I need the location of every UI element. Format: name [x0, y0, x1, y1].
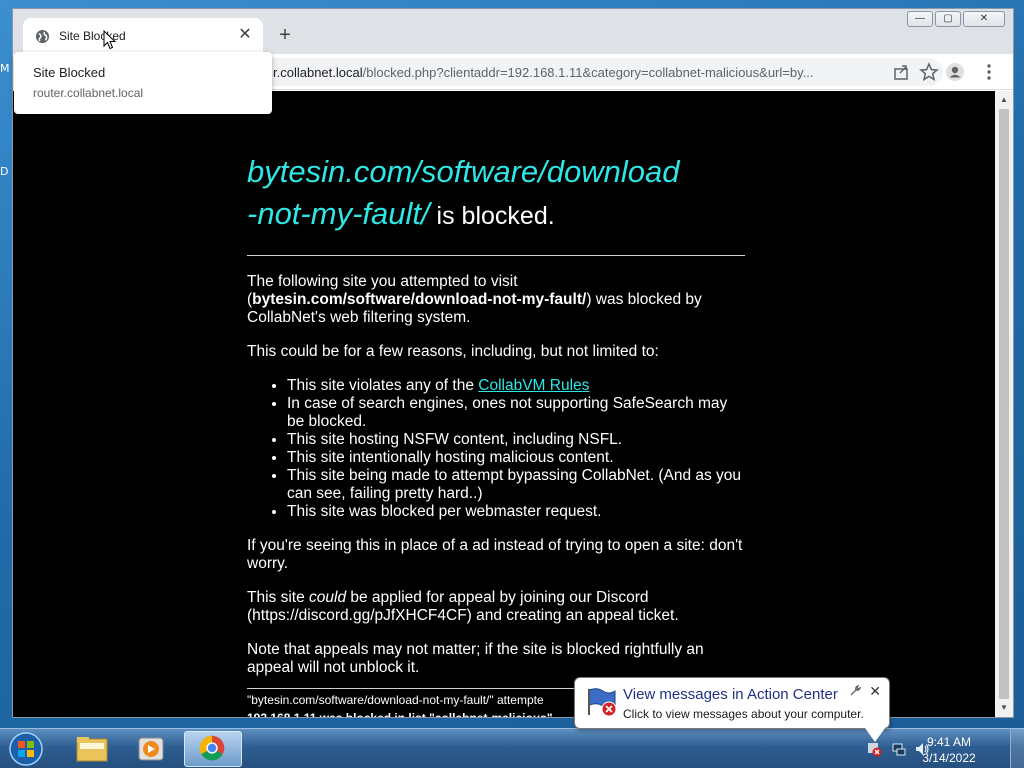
hover-card-title: Site Blocked — [33, 65, 106, 80]
desktop-icon-label[interactable]: M — [0, 62, 10, 75]
minimize-button[interactable]: — — [907, 11, 933, 27]
blocked-site-url: bytesin.com/software/download — [247, 154, 680, 189]
profile-avatar-icon[interactable] — [945, 62, 965, 82]
tab-strip: Site Blocked ✕ + — ▢ ✕ — [13, 9, 1013, 54]
list-item: This site was blocked per webmaster requ… — [287, 503, 745, 521]
clock-time: 9:41 AM — [926, 735, 972, 749]
blocked-label: is blocked. — [429, 202, 555, 230]
reasons-list: This site violates any of the CollabVM R… — [287, 377, 745, 521]
intro-paragraph: The following site you attempted to visi… — [247, 273, 702, 326]
intro-text: The following site you attempted to visi… — [247, 273, 518, 290]
page-headline: bytesin.com/software/download -not-my-fa… — [247, 151, 745, 237]
scroll-up-icon[interactable]: ▲ — [999, 95, 1009, 104]
clock-date: 3/14/2022 — [922, 751, 976, 765]
collabvm-rules-link[interactable]: CollabVM Rules — [478, 377, 589, 394]
blocked-page-content: bytesin.com/software/download -not-my-fa… — [247, 151, 745, 693]
start-button-icon[interactable] — [6, 731, 46, 767]
hover-card-domain: router.collabnet.local — [33, 86, 144, 100]
network-icon[interactable] — [891, 741, 907, 757]
page-scrollbar[interactable]: ▲ ▼ — [995, 91, 1013, 717]
settings-wrench-icon[interactable] — [849, 685, 861, 697]
divider — [247, 255, 745, 256]
globe-icon — [35, 29, 50, 44]
notification-close-icon[interactable]: ✕ — [869, 683, 881, 700]
action-center-flag-icon[interactable] — [866, 741, 882, 757]
notification-tail — [865, 728, 885, 742]
list-item: This site hosting NSFW content, includin… — [287, 431, 745, 449]
folder-icon — [76, 737, 108, 762]
maximize-button[interactable]: ▢ — [935, 11, 961, 27]
ad-note: If you're seeing this in place of a ad i… — [247, 537, 743, 572]
tab-site-blocked[interactable]: Site Blocked ✕ — [23, 18, 263, 54]
intro-site-bold: bytesin.com/software/download-not-my-fau… — [252, 291, 587, 308]
media-player-icon — [138, 737, 164, 761]
list-item: In case of search engines, ones not supp… — [287, 395, 745, 431]
reasons-intro: This could be for a few reasons, includi… — [247, 343, 659, 360]
appeal-emphasis: could — [309, 589, 347, 606]
tab-close-icon[interactable]: ✕ — [237, 26, 253, 44]
menu-dots-icon[interactable] — [979, 62, 999, 82]
list-item: This site intentionally hosting maliciou… — [287, 449, 745, 467]
desktop-icon-label[interactable]: D — [0, 165, 8, 178]
list-item: This site being made to attempt bypassin… — [287, 467, 745, 503]
system-clock[interactable]: 9:41 AM 3/14/2022 — [914, 734, 984, 766]
scroll-down-icon[interactable]: ▼ — [999, 703, 1009, 712]
page-viewport: bytesin.com/software/download -not-my-fa… — [13, 91, 995, 717]
appeal-note: Note that appeals may not matter; if the… — [247, 641, 704, 676]
browser-window: Site Blocked ✕ + — ▢ ✕ r.collabnet.local… — [12, 8, 1014, 718]
mouse-cursor-icon — [103, 30, 117, 50]
list-item: This site violates any of the CollabVM R… — [287, 377, 745, 395]
taskbar-chrome[interactable] — [184, 731, 242, 767]
address-url[interactable]: r.collabnet.local/blocked.php?clientaddr… — [273, 65, 873, 80]
scroll-thumb[interactable] — [999, 109, 1009, 699]
address-host: r.collabnet.local — [273, 65, 363, 80]
action-center-notification[interactable]: View messages in Action Center Click to … — [574, 677, 890, 742]
new-tab-button[interactable]: + — [273, 24, 297, 48]
appeal-text: This site — [247, 589, 310, 606]
appeal-paragraph: This site could be applied for appeal by… — [247, 589, 745, 625]
notification-title[interactable]: View messages in Action Center — [623, 686, 838, 703]
bookmark-star-icon[interactable] — [919, 62, 939, 82]
taskbar-media-player[interactable] — [122, 731, 180, 767]
show-desktop-button[interactable] — [1010, 729, 1024, 768]
close-window-button[interactable]: ✕ — [963, 11, 1005, 27]
tab-hover-card: Site Blocked router.collabnet.local — [14, 52, 272, 114]
taskbar-explorer[interactable] — [62, 731, 120, 767]
address-path: /blocked.php?clientaddr=192.168.1.11&cat… — [362, 65, 814, 80]
window-controls: — ▢ ✕ — [907, 11, 1005, 27]
chrome-icon — [199, 735, 225, 761]
action-center-flag-icon — [588, 688, 617, 717]
reason-text: This site violates any of the — [287, 377, 479, 394]
address-bar[interactable]: r.collabnet.local/blocked.php?clientaddr… — [163, 58, 943, 86]
blocked-site-url-cont: -not-my-fault/ — [247, 196, 430, 231]
notification-text: Click to view messages about your comput… — [623, 707, 864, 721]
share-icon[interactable] — [891, 62, 911, 82]
